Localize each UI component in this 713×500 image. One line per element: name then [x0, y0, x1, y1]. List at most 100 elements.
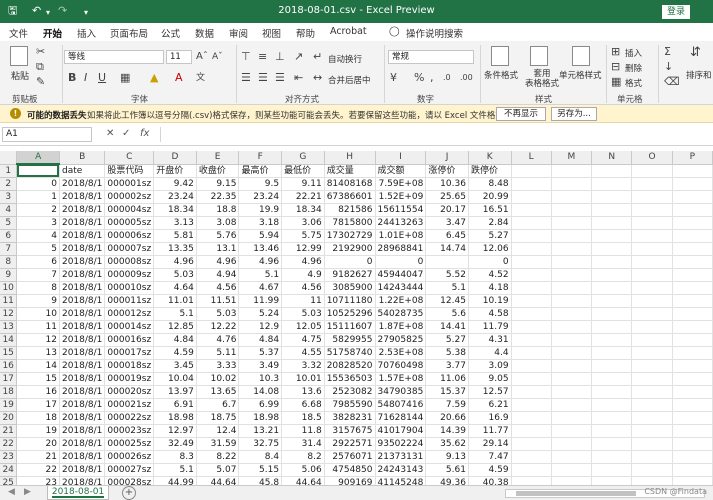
cell-I10[interactable]: 14243444: [375, 281, 427, 295]
cell-H2[interactable]: 81408168: [324, 177, 376, 191]
cell-B7[interactable]: 2018/8/1: [59, 242, 106, 256]
cell-D9[interactable]: 5.03: [153, 268, 197, 282]
cell-C24[interactable]: 000027sz: [104, 463, 155, 477]
cell-D20[interactable]: 18.98: [153, 411, 197, 425]
row-header[interactable]: 4: [0, 203, 18, 217]
tab-review[interactable]: 审阅: [229, 26, 248, 40]
column-header-M[interactable]: M: [551, 151, 593, 165]
cell-K20[interactable]: 16.9: [468, 411, 512, 425]
cell-G10[interactable]: 4.56: [281, 281, 325, 295]
cell-B22[interactable]: 2018/8/1: [59, 437, 106, 451]
cell-G15[interactable]: 4.55: [281, 346, 325, 360]
cell-J21[interactable]: 14.39: [425, 424, 469, 438]
cell-O9[interactable]: [631, 268, 673, 282]
cell-B17[interactable]: 2018/8/1: [59, 372, 106, 386]
cell-I9[interactable]: 45944047: [375, 268, 427, 282]
cell-A12[interactable]: 10: [16, 307, 60, 321]
cell-C12[interactable]: 000012sz: [104, 307, 155, 321]
cell-P19[interactable]: [672, 398, 713, 412]
cell-G21[interactable]: 11.8: [281, 424, 325, 438]
row-header[interactable]: 5: [0, 216, 18, 230]
cell-I20[interactable]: 71628144: [375, 411, 427, 425]
cell-A5[interactable]: 3: [16, 216, 60, 230]
cell-E19[interactable]: 6.7: [196, 398, 240, 412]
cell-P14[interactable]: [672, 333, 713, 347]
cell-E16[interactable]: 3.33: [196, 359, 240, 373]
cell-M22[interactable]: [551, 437, 593, 451]
cell-E8[interactable]: 4.96: [196, 255, 240, 269]
cell-L25[interactable]: [511, 476, 552, 485]
cell-K10[interactable]: 4.18: [468, 281, 512, 295]
cell-C17[interactable]: 000019sz: [104, 372, 155, 386]
cell-M12[interactable]: [551, 307, 593, 321]
border-icon[interactable]: ▦: [120, 72, 130, 84]
cell-B10[interactable]: 2018/8/1: [59, 281, 106, 295]
cell-E14[interactable]: 4.76: [196, 333, 240, 347]
cell-G6[interactable]: 5.75: [281, 229, 325, 243]
cell-P2[interactable]: [672, 177, 713, 191]
cell-H12[interactable]: 10525296: [324, 307, 376, 321]
cell-H14[interactable]: 5829955: [324, 333, 376, 347]
cell-K1[interactable]: 跌停价: [468, 164, 512, 178]
cell-A10[interactable]: 8: [16, 281, 60, 295]
cell-C9[interactable]: 000009sz: [104, 268, 155, 282]
cell-F7[interactable]: 13.46: [238, 242, 283, 256]
cell-M10[interactable]: [551, 281, 593, 295]
cell-N10[interactable]: [591, 281, 633, 295]
cell-L24[interactable]: [511, 463, 552, 477]
align-bottom-icon[interactable]: ⊥: [275, 51, 285, 63]
cell-B8[interactable]: 2018/8/1: [59, 255, 106, 269]
cell-H5[interactable]: 7815800: [324, 216, 376, 230]
underline-icon[interactable]: U: [98, 72, 106, 84]
cell-O14[interactable]: [631, 333, 673, 347]
cell-G13[interactable]: 12.05: [281, 320, 325, 334]
cell-B24[interactable]: 2018/8/1: [59, 463, 106, 477]
cell-E22[interactable]: 31.59: [196, 437, 240, 451]
cell-D19[interactable]: 6.91: [153, 398, 197, 412]
column-header-B[interactable]: B: [59, 151, 106, 165]
cell-O20[interactable]: [631, 411, 673, 425]
cell-B20[interactable]: 2018/8/1: [59, 411, 106, 425]
cell-D23[interactable]: 8.3: [153, 450, 197, 464]
cell-D11[interactable]: 11.01: [153, 294, 197, 308]
cell-G19[interactable]: 6.68: [281, 398, 325, 412]
cell-B18[interactable]: 2018/8/1: [59, 385, 106, 399]
cell-E1[interactable]: 收盘价: [196, 164, 240, 178]
row-header[interactable]: 8: [0, 255, 18, 269]
insert-cells-button[interactable]: 插入: [625, 47, 642, 59]
cell-M18[interactable]: [551, 385, 593, 399]
tab-file[interactable]: 文件: [9, 26, 28, 40]
cell-B13[interactable]: 2018/8/1: [59, 320, 106, 334]
cell-L16[interactable]: [511, 359, 552, 373]
cell-N9[interactable]: [591, 268, 633, 282]
cell-C4[interactable]: 000004sz: [104, 203, 155, 217]
cell-O8[interactable]: [631, 255, 673, 269]
cell-O17[interactable]: [631, 372, 673, 386]
cell-K19[interactable]: 6.21: [468, 398, 512, 412]
cell-D25[interactable]: 44.99: [153, 476, 197, 485]
cell-H1[interactable]: 成交量: [324, 164, 376, 178]
dont-show-again-button[interactable]: 不再显示: [496, 107, 546, 121]
cell-C23[interactable]: 000026sz: [104, 450, 155, 464]
cell-D15[interactable]: 4.59: [153, 346, 197, 360]
cell-C1[interactable]: 股票代码: [104, 164, 155, 178]
decrease-decimal-icon[interactable]: .00: [460, 72, 473, 84]
next-sheet-icon[interactable]: ▶: [24, 487, 31, 497]
enter-icon[interactable]: ✓: [122, 128, 130, 139]
cell-N6[interactable]: [591, 229, 633, 243]
cell-G24[interactable]: 5.06: [281, 463, 325, 477]
cell-I15[interactable]: 2.53E+08: [375, 346, 427, 360]
cell-J8[interactable]: [425, 255, 469, 269]
cell-I24[interactable]: 24243143: [375, 463, 427, 477]
cell-N22[interactable]: [591, 437, 633, 451]
login-button[interactable]: 登录: [662, 5, 690, 19]
cell-C7[interactable]: 000007sz: [104, 242, 155, 256]
cell-N17[interactable]: [591, 372, 633, 386]
cell-A4[interactable]: 2: [16, 203, 60, 217]
cell-J20[interactable]: 20.66: [425, 411, 469, 425]
cell-K2[interactable]: 8.48: [468, 177, 512, 191]
cell-F17[interactable]: 10.3: [238, 372, 283, 386]
cell-D24[interactable]: 5.1: [153, 463, 197, 477]
tab-acrobat[interactable]: Acrobat: [330, 26, 367, 37]
cell-J25[interactable]: 49.36: [425, 476, 469, 485]
